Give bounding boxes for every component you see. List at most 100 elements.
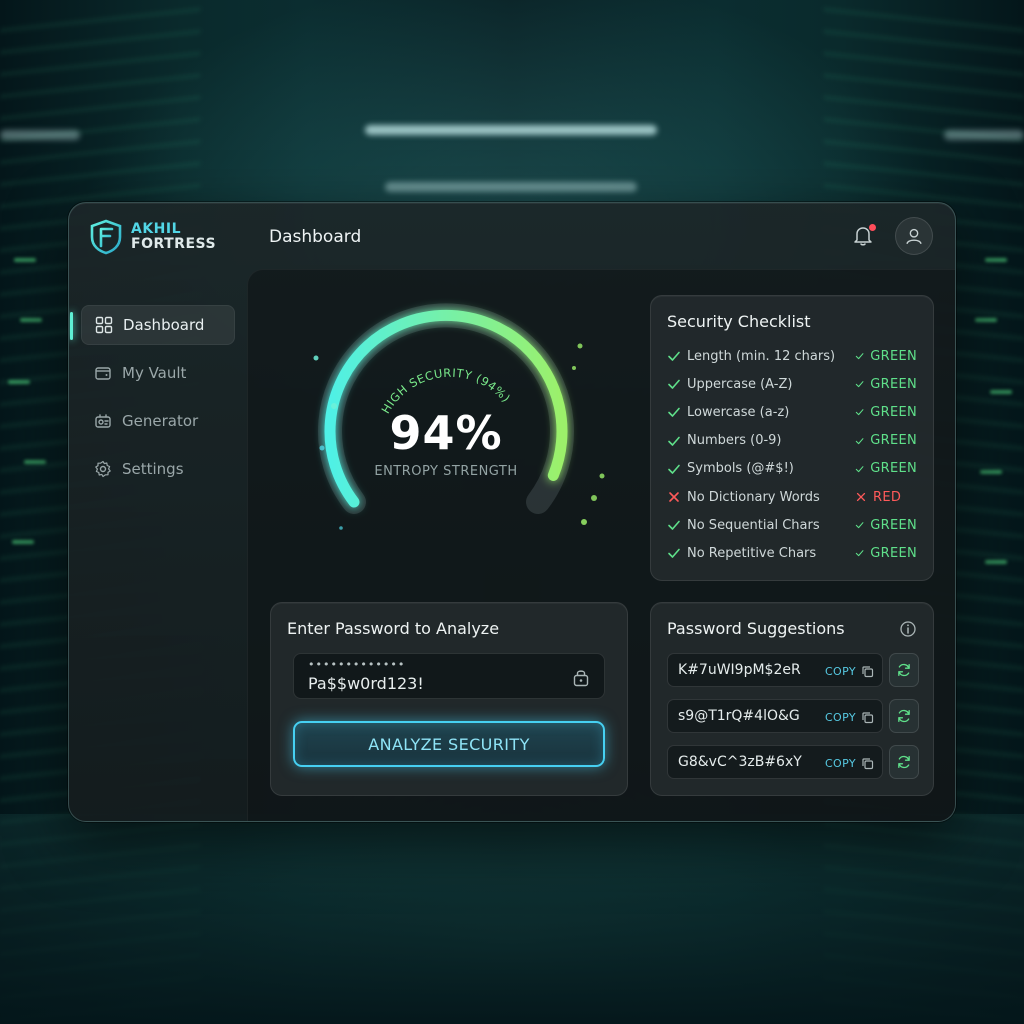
copy-label: COPY	[824, 756, 856, 770]
grid-icon	[95, 316, 113, 334]
checklist-item-status: GREEN	[855, 377, 917, 392]
checklist-item-status: GREEN	[855, 433, 917, 448]
password-value: Pa$$w0rd123!	[308, 674, 424, 693]
checklist-item-status: GREEN	[855, 405, 917, 420]
regenerate-button[interactable]	[889, 653, 919, 687]
copy-icon	[862, 665, 874, 677]
check-icon	[855, 465, 864, 472]
checklist-item-status: GREEN	[855, 546, 917, 561]
status-text: RED	[873, 489, 902, 505]
checklist-row: No Repetitive Chars GREEN	[667, 543, 917, 563]
check-icon	[668, 464, 680, 474]
regenerate-button[interactable]	[889, 745, 919, 779]
suggestion-password: s9@T1rQ#4lO&G	[678, 708, 800, 724]
checklist-row: No Dictionary Words RED	[667, 487, 917, 507]
check-icon	[668, 549, 680, 559]
status-text: GREEN	[870, 545, 917, 561]
copy-button[interactable]: COPY	[825, 661, 874, 681]
password-analyze-panel: Enter Password to Analyze ••••••••••••• …	[270, 602, 628, 796]
checklist-row: Symbols (@#$!) GREEN	[667, 459, 917, 479]
status-text: GREEN	[870, 433, 917, 449]
cross-icon	[856, 492, 866, 502]
check-icon	[855, 353, 864, 360]
sidebar-item-label: Dashboard	[123, 316, 205, 334]
notification-button[interactable]	[851, 223, 877, 249]
checklist-item-status: GREEN	[855, 349, 917, 364]
generator-icon	[95, 414, 111, 428]
info-icon[interactable]	[899, 620, 917, 638]
check-icon	[668, 436, 680, 446]
sidebar: Dashboard My Vault Generator Settings	[69, 269, 247, 821]
checklist-item-label: Numbers (0-9)	[687, 433, 782, 449]
copy-button[interactable]: COPY	[825, 707, 874, 727]
status-text: GREEN	[870, 404, 917, 420]
sidebar-item-generator[interactable]: Generator	[81, 401, 235, 441]
suggestion-row: K#7uWI9pM$2eR COPY	[667, 653, 919, 687]
copy-icon	[862, 711, 874, 723]
lock-icon	[573, 670, 589, 687]
checklist-item-status: RED	[855, 490, 917, 505]
sidebar-item-label: Settings	[122, 460, 184, 478]
suggestion-field[interactable]: s9@T1rQ#4lO&G COPY	[667, 699, 883, 733]
checklist-item-label: Lowercase (a-z)	[687, 404, 790, 420]
checklist-item-label: No Repetitive Chars	[687, 545, 817, 561]
analyze-security-button[interactable]: ANALYZE SECURITY	[293, 721, 605, 767]
check-icon	[668, 379, 680, 389]
suggestion-row: s9@T1rQ#4lO&G COPY	[667, 699, 919, 733]
checklist-row: Numbers (0-9) GREEN	[667, 431, 917, 451]
sidebar-item-settings[interactable]: Settings	[81, 449, 235, 489]
brand-name-line2: FORTRESS	[131, 236, 217, 252]
shield-logo-icon	[90, 219, 122, 255]
status-text: GREEN	[870, 517, 917, 533]
app-window: AKHIL FORTRESS Dashboard Dashboard My Va…	[68, 202, 956, 822]
password-input[interactable]: ••••••••••••• Pa$$w0rd123!	[293, 653, 605, 699]
checklist-item-label: Symbols (@#$!)	[687, 461, 794, 477]
checklist-item-label: No Sequential Chars	[687, 517, 820, 533]
sidebar-item-label: Generator	[122, 412, 199, 430]
checklist-item-status: GREEN	[855, 518, 917, 533]
check-icon	[668, 408, 680, 418]
checklist-row: Lowercase (a-z) GREEN	[667, 402, 917, 422]
suggestion-field[interactable]: K#7uWI9pM$2eR COPY	[667, 653, 883, 687]
user-avatar-button[interactable]	[895, 217, 933, 255]
checklist-row: Length (min. 12 chars) GREEN	[667, 346, 917, 366]
status-text: GREEN	[870, 461, 917, 477]
gear-icon	[95, 460, 111, 478]
gauge-percent: 94%	[389, 406, 503, 460]
security-checklist-panel: Security Checklist Length (min. 12 chars…	[650, 295, 934, 581]
entropy-gauge: HIGH SECURITY (94%) 94% ENTROPY STRENGTH	[296, 298, 605, 558]
check-icon	[855, 409, 864, 416]
checklist-item-status: GREEN	[855, 461, 917, 476]
copy-button[interactable]: COPY	[825, 753, 874, 773]
checklist-title: Security Checklist	[667, 312, 811, 331]
refresh-icon	[898, 709, 910, 723]
check-icon	[855, 381, 864, 388]
page-title: Dashboard	[269, 227, 362, 247]
top-header: AKHIL FORTRESS Dashboard	[69, 203, 955, 269]
sidebar-item-my-vault[interactable]: My Vault	[81, 353, 235, 393]
status-text: GREEN	[870, 376, 917, 392]
copy-label: COPY	[824, 710, 856, 724]
suggestion-field[interactable]: G8&vC^3zB#6xY COPY	[667, 745, 883, 779]
wallet-icon	[95, 367, 111, 380]
refresh-icon	[898, 663, 910, 677]
check-icon	[855, 522, 864, 529]
brand-name-line1: AKHIL	[131, 221, 182, 237]
checklist-item-label: Uppercase (A-Z)	[687, 376, 793, 392]
user-icon	[906, 228, 922, 245]
gauge-subtitle: ENTROPY STRENGTH	[374, 464, 518, 479]
check-icon	[668, 351, 680, 361]
checklist-item-label: No Dictionary Words	[687, 489, 820, 505]
check-icon	[855, 437, 864, 444]
check-icon	[855, 550, 864, 557]
regenerate-button[interactable]	[889, 699, 919, 733]
suggestions-title: Password Suggestions	[667, 619, 845, 638]
brand-logo: AKHIL FORTRESS	[89, 219, 216, 255]
sidebar-item-dashboard[interactable]: Dashboard	[70, 305, 235, 345]
refresh-icon	[898, 755, 910, 769]
suggestion-password: G8&vC^3zB#6xY	[678, 754, 802, 770]
checklist-item-label: Length (min. 12 chars)	[687, 348, 836, 364]
notification-badge	[869, 224, 876, 231]
analyze-title: Enter Password to Analyze	[287, 619, 500, 638]
status-text: GREEN	[870, 348, 917, 364]
